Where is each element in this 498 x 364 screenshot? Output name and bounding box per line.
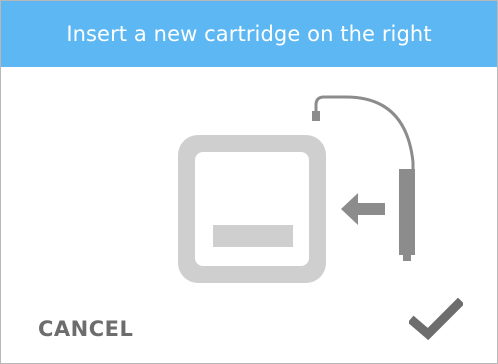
dialog-header: Insert a new cartridge on the right <box>1 1 497 67</box>
arrow-left-icon <box>341 193 385 225</box>
cancel-button[interactable]: CANCEL <box>38 313 133 345</box>
confirm-button[interactable] <box>407 297 465 342</box>
cartridge-slot-icon <box>178 135 326 283</box>
checkmark-icon <box>407 297 465 341</box>
cartridge-with-cable-icon <box>312 95 415 261</box>
insert-cartridge-dialog: Insert a new cartridge on the right CANC <box>0 0 498 364</box>
cartridge-illustration <box>1 67 497 297</box>
dialog-title: Insert a new cartridge on the right <box>66 22 432 46</box>
